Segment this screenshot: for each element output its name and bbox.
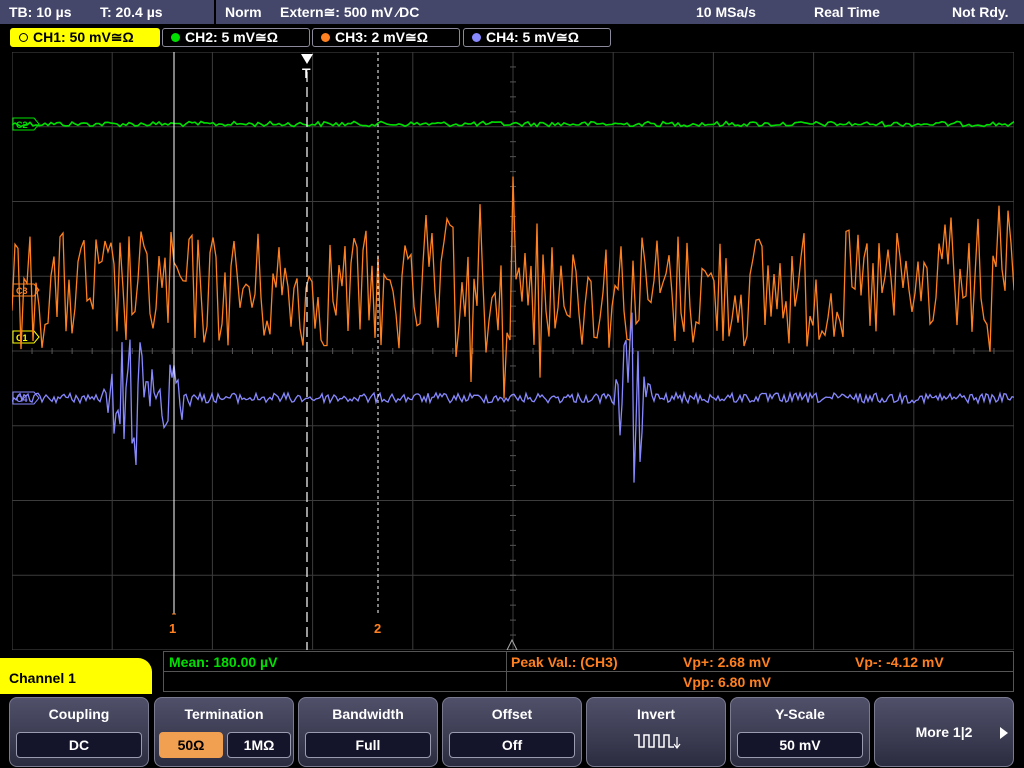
- termination-softkey[interactable]: Termination 50Ω 1MΩ: [154, 697, 294, 767]
- channel-menu-title-text: Channel 1: [9, 670, 76, 686]
- ch1-ground-marker[interactable]: C1: [12, 330, 40, 344]
- vpp-measurement: Vpp: 6.80 mV: [683, 674, 771, 690]
- ch2-dot-icon: [171, 33, 180, 42]
- offset-title: Offset: [491, 706, 533, 722]
- offset-value[interactable]: Off: [449, 732, 575, 758]
- more-label: More 1|2: [915, 724, 973, 740]
- y-scale-softkey[interactable]: Y-Scale 50 mV: [730, 697, 870, 767]
- ch4-dot-icon: [472, 33, 481, 42]
- channel-menu-title: Channel 1: [0, 658, 152, 698]
- next-page-arrow-icon: [1000, 727, 1008, 739]
- y-scale-value[interactable]: 50 mV: [737, 732, 863, 758]
- more-softkey[interactable]: More 1|2: [874, 697, 1014, 767]
- tab-ch3[interactable]: CH3: 2 mV≅Ω: [312, 28, 460, 47]
- ch3-marker-label: C3: [16, 286, 28, 296]
- status-bar: TB: 10 µs T: 20.4 µs Norm Extern≅: 500 m…: [0, 0, 1024, 26]
- timebase-panel[interactable]: TB: 10 µs T: 20.4 µs: [0, 0, 214, 24]
- trigger-mode: Norm: [225, 4, 262, 20]
- offset-softkey[interactable]: Offset Off: [442, 697, 582, 767]
- invert-softkey[interactable]: Invert: [586, 697, 726, 767]
- termination-1mohm-option[interactable]: 1MΩ: [227, 732, 291, 758]
- tab-ch1[interactable]: CH1: 50 mV≅Ω: [10, 28, 160, 47]
- tab-ch4-label: CH4: 5 mV≅Ω: [486, 29, 579, 45]
- trigger-source: Extern≅: 500 mV ⁄DC: [280, 4, 420, 20]
- termination-50ohm-option[interactable]: 50Ω: [159, 732, 223, 758]
- trigger-time-readout: T: 20.4 µs: [100, 4, 163, 20]
- vp-minus-measurement: Vp-: -4.12 mV: [855, 654, 944, 670]
- cursor-1-label: 1: [169, 621, 176, 636]
- mean-measurement: Mean: 180.00 µV: [169, 654, 278, 670]
- y-scale-title: Y-Scale: [775, 706, 825, 722]
- bandwidth-title: Bandwidth: [332, 706, 404, 722]
- sample-rate: 10 MSa/s: [696, 4, 756, 20]
- coupling-softkey[interactable]: Coupling DC: [9, 697, 149, 767]
- tab-ch3-label: CH3: 2 mV≅Ω: [335, 29, 428, 45]
- peak-measurement-label: Peak Val.: (CH3): [511, 654, 618, 670]
- measurement-panel: Mean: 180.00 µV Peak Val.: (CH3) Vp+: 2.…: [163, 651, 1014, 692]
- acquisition-mode: Real Time: [814, 4, 880, 20]
- timebase-readout: TB: 10 µs: [9, 4, 72, 20]
- waveform-display[interactable]: C2 C3 C1 C4 1 2 T: [12, 52, 1014, 650]
- invert-title: Invert: [636, 706, 676, 722]
- vp-plus-measurement: Vp+: 2.68 mV: [683, 654, 771, 670]
- ch3-dot-icon: [321, 33, 330, 42]
- trigger-marker-label: T: [302, 65, 311, 81]
- coupling-title: Coupling: [48, 706, 110, 722]
- tab-ch2[interactable]: CH2: 5 mV≅Ω: [162, 28, 310, 47]
- tab-ch4[interactable]: CH4: 5 mV≅Ω: [463, 28, 611, 47]
- cursor-2-label: 2: [374, 621, 381, 636]
- tab-ch1-label: CH1: 50 mV≅Ω: [33, 29, 134, 45]
- bandwidth-value[interactable]: Full: [305, 732, 431, 758]
- termination-title: Termination: [184, 706, 264, 722]
- coupling-value[interactable]: DC: [16, 732, 142, 758]
- inverted-square-wave-icon: [634, 734, 681, 749]
- ready-status: Not Rdy.: [952, 4, 1009, 20]
- ch1-dot-icon: [19, 33, 28, 42]
- bandwidth-softkey[interactable]: Bandwidth Full: [298, 697, 438, 767]
- tab-ch2-label: CH2: 5 mV≅Ω: [185, 29, 278, 45]
- trigger-panel[interactable]: Norm Extern≅: 500 mV ⁄DC 10 MSa/s Real T…: [216, 0, 1024, 24]
